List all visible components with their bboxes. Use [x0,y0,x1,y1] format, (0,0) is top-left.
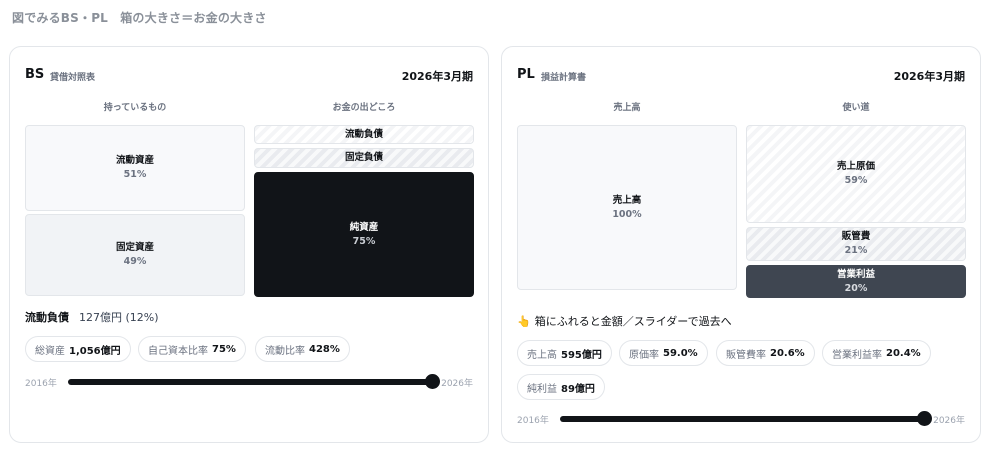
current-liabilities-label: 流動負債 [344,128,383,140]
pl-left-column-heading: 売上高 [613,103,641,113]
metric-value: 20.4% [886,347,921,359]
page-title: 図でみるBS・PL 箱の大きさ＝お金の大きさ [12,11,267,25]
pl-slider-track[interactable] [560,416,924,422]
fixed-assets-label: 固定資産 [115,242,154,253]
metric-sga-ratio: 販管費率 20.6% [716,340,815,366]
metric-value: 20.6% [770,347,805,359]
metric-label: 販管費率 [726,349,766,361]
sales-label: 売上高 [612,194,642,206]
metric-value: 1,056億円 [69,345,121,357]
current-assets-pct: 51% [123,169,147,180]
pl-subtitle: 損益計算書 [541,73,587,83]
operating-profit-pct: 20% [844,282,868,294]
net-assets-box[interactable]: 純資産 75% [254,172,474,297]
pl-right-column-heading: 使い道 [842,103,870,113]
pl-slider-end-label: 2026年 [933,416,965,426]
metric-cost-ratio: 原価率 59.0% [619,340,708,366]
bs-year-slider[interactable]: 2016年 2026年 [25,374,473,389]
metric-value: 595億円 [561,349,602,361]
fixed-assets-pct: 49% [123,256,147,267]
bs-card: BS 貸借対照表 2026年3月期 持っているもの お金の出どころ 流動資産 5… [9,46,489,443]
pl-card-header: PL 損益計算書 2026年3月期 [517,67,965,85]
bs-slider-thumb[interactable] [425,374,440,389]
current-liabilities-box[interactable]: 流動負債 [254,125,474,144]
pl-hint-text: 箱にふれると金額／スライダーで過去へ [534,315,732,328]
bs-left-column-heading: 持っているもの [103,103,167,113]
sga-pct: 21% [844,245,868,256]
metric-label: 総資産 [35,345,65,357]
bs-card-header: BS 貸借対照表 2026年3月期 [25,67,473,85]
fixed-liabilities-label: 固定負債 [344,152,383,163]
current-assets-label: 流動資産 [115,155,154,166]
bs-code: BS [25,67,45,82]
metric-operating-margin: 営業利益率 20.4% [822,340,931,366]
sales-pct: 100% [612,208,642,220]
sga-label: 販管費 [841,231,871,242]
sga-box[interactable]: 販管費 21% [746,227,966,261]
bs-period: 2026年3月期 [401,70,473,83]
metric-label: 売上高 [527,349,557,361]
bs-detail-label: 流動負債 [25,311,69,324]
net-assets-label: 純資産 [349,221,379,233]
bs-subtitle: 貸借対照表 [50,73,96,83]
fixed-assets-box[interactable]: 固定資産 49% [25,214,245,296]
metric-total-assets: 総資産 1,056億円 [25,336,131,362]
metric-label: 自己資本比率 [148,345,208,357]
cogs-box[interactable]: 売上原価 59% [746,125,966,223]
bs-selected-detail: 流動負債 127億円 (12%) [25,309,159,325]
bs-detail-value: 127億円 (12%) [79,311,159,324]
metric-value: 89億円 [561,383,595,395]
metric-equity-ratio: 自己資本比率 75% [138,336,246,362]
metric-label: 流動比率 [265,345,305,357]
fixed-liabilities-box[interactable]: 固定負債 [254,148,474,168]
cogs-label: 売上原価 [836,161,875,172]
metric-value: 428% [309,343,340,355]
pl-period: 2026年3月期 [893,70,965,83]
net-assets-pct: 75% [352,235,376,247]
pl-slider-thumb[interactable] [917,411,932,426]
pl-code: PL [517,67,535,82]
pl-card: PL 損益計算書 2026年3月期 売上高 使い道 売上高 100% 売上原価 … [501,46,981,443]
sales-box[interactable]: 売上高 100% [517,125,737,290]
pl-hint: 👆 箱にふれると金額／スライダーで過去へ [517,313,732,329]
metric-net-income: 純利益 89億円 [517,374,605,400]
metric-label: 純利益 [527,383,557,395]
operating-profit-box[interactable]: 営業利益 20% [746,265,966,298]
operating-profit-label: 営業利益 [836,268,875,280]
metric-value: 59.0% [663,347,698,359]
current-assets-box[interactable]: 流動資産 51% [25,125,245,211]
pl-slider-start-label: 2016年 [517,416,549,426]
metric-current-ratio: 流動比率 428% [255,336,350,362]
bs-slider-end-label: 2026年 [441,379,473,389]
cogs-pct: 59% [844,175,868,186]
metric-sales: 売上高 595億円 [517,340,612,366]
pl-year-slider[interactable]: 2016年 2026年 [517,411,965,426]
bs-slider-track[interactable] [68,379,432,385]
metric-value: 75% [212,343,236,355]
bs-right-column-heading: お金の出どころ [332,103,396,113]
pointing-hand-icon: 👆 [517,315,531,328]
bs-slider-start-label: 2016年 [25,379,57,389]
metric-label: 原価率 [629,349,659,361]
metric-label: 営業利益率 [832,349,882,361]
